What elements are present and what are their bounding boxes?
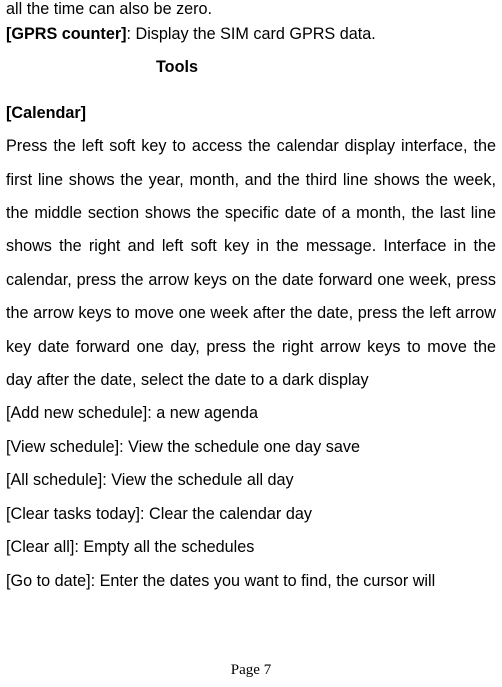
view-schedule-line: [View schedule]: View the schedule one d…	[6, 431, 496, 464]
clear-tasks-today-line: [Clear tasks today]: Clear the calendar …	[6, 498, 496, 531]
calendar-label: [Calendar]	[6, 104, 86, 122]
tools-heading: Tools	[6, 51, 496, 84]
all-schedule-line: [All schedule]: View the schedule all da…	[6, 464, 496, 497]
body-text: all the time can also be zero.	[6, 0, 496, 18]
gprs-counter-label: [GPRS counter]	[6, 25, 127, 43]
document-page: all the time can also be zero. [GPRS cou…	[0, 0, 502, 687]
gprs-counter-line: [GPRS counter]: Display the SIM card GPR…	[6, 18, 496, 51]
calendar-paragraph: Press the left soft key to access the ca…	[6, 130, 496, 397]
clear-all-line: [Clear all]: Empty all the schedules	[6, 531, 496, 564]
add-new-schedule-line: [Add new schedule]: a new agenda	[6, 397, 496, 430]
calendar-heading: [Calendar]	[6, 97, 496, 130]
gprs-counter-desc: : Display the SIM card GPRS data.	[127, 25, 376, 43]
spacer	[6, 85, 496, 97]
go-to-date-line: [Go to date]: Enter the dates you want t…	[6, 565, 496, 598]
page-number: Page 7	[0, 662, 502, 679]
